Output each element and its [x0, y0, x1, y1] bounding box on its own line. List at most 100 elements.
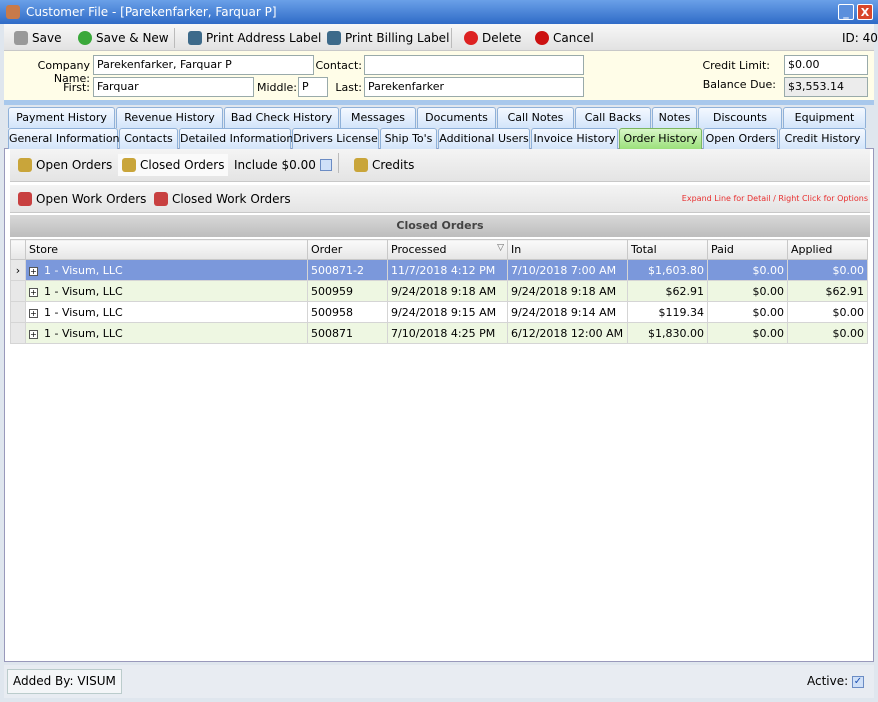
tab-drivers-license[interactable]: Drivers License: [292, 128, 379, 149]
cell-store: +1 - Visum, LLC: [25, 301, 308, 323]
column-header-total[interactable]: Total: [627, 239, 708, 260]
cell-applied: $0.00: [787, 259, 868, 281]
cell-text: 1 - Visum, LLC: [44, 326, 123, 340]
tab-bad-check-history[interactable]: Bad Check History: [224, 107, 339, 128]
tab-invoice-history[interactable]: Invoice History: [531, 128, 618, 149]
active-checkbox[interactable]: ✓: [852, 676, 864, 688]
contact-label: Contact:: [315, 59, 362, 72]
open-work-orders-label: Open Work Orders: [36, 192, 147, 206]
column-header-store[interactable]: Store: [25, 239, 308, 260]
tab-open-orders[interactable]: Open Orders: [703, 128, 778, 149]
table-row[interactable]: +1 - Visum, LLC 500871 7/10/2018 4:25 PM 6/…: [10, 322, 868, 344]
credit-limit-input[interactable]: $0.00: [784, 55, 868, 75]
cell-total: $62.91: [627, 280, 708, 302]
close-button[interactable]: X: [857, 4, 873, 20]
customer-header-form: Company Name: Parekenfarker, Farquar P C…: [4, 51, 874, 100]
app-icon: [6, 5, 20, 19]
delete-icon: [464, 31, 478, 45]
cell-text: $62.91: [665, 284, 705, 298]
column-label: Applied: [791, 243, 833, 256]
tab-notes[interactable]: Notes: [652, 107, 697, 128]
last-input[interactable]: Parekenfarker: [364, 77, 584, 97]
cell-text: $62.91: [825, 284, 865, 298]
open-orders-button[interactable]: Open Orders: [14, 154, 116, 176]
tab-general-information[interactable]: General Information: [8, 128, 120, 149]
column-label: Paid: [711, 243, 734, 256]
cancel-button[interactable]: Cancel: [535, 28, 594, 48]
save-label: Save: [32, 31, 62, 45]
last-label: Last:: [335, 81, 362, 94]
company-name-input[interactable]: Parekenfarker, Farquar P: [93, 55, 314, 75]
checkbox-icon[interactable]: [319, 159, 332, 171]
tab-messages[interactable]: Messages: [340, 107, 416, 128]
table-row[interactable]: +1 - Visum, LLC 500958 9/24/2018 9:15 AM 9/…: [10, 301, 868, 323]
cell-text: 6/12/2018 12:00 AM: [511, 326, 624, 340]
grid-hint: Expand Line for Detail / Right Click for…: [681, 194, 868, 203]
tab-credit-history[interactable]: Credit History: [779, 128, 866, 149]
open-work-orders-button[interactable]: Open Work Orders: [14, 188, 150, 210]
save-button[interactable]: Save: [14, 28, 61, 48]
cell-text: $0.00: [752, 284, 785, 298]
tab-equipment[interactable]: Equipment: [783, 107, 866, 128]
tab-discounts[interactable]: Discounts: [698, 107, 782, 128]
delete-button[interactable]: Delete: [464, 28, 521, 48]
expand-icon[interactable]: +: [29, 287, 38, 297]
print-address-label-button[interactable]: Print Address Label: [188, 28, 321, 48]
minimize-button[interactable]: _: [838, 4, 854, 20]
balance-due-label: Balance Due:: [702, 78, 776, 91]
expand-icon[interactable]: +: [29, 329, 38, 339]
column-header-processed[interactable]: Processed ▽: [387, 239, 508, 260]
cancel-label: Cancel: [553, 31, 594, 45]
cell-text: $0.00: [752, 263, 785, 277]
tab-revenue-history[interactable]: Revenue History: [116, 107, 223, 128]
column-header-paid[interactable]: Paid: [707, 239, 788, 260]
cell-order: 500958: [307, 301, 388, 323]
tab-detailed-information[interactable]: Detailed Information: [179, 128, 293, 149]
work-order-icon: [18, 192, 32, 206]
tab-contacts[interactable]: Contacts: [119, 128, 178, 149]
row-header[interactable]: [10, 322, 26, 344]
credits-button[interactable]: Credits: [350, 154, 418, 176]
cell-store: +1 - Visum, LLC: [25, 259, 308, 281]
row-header[interactable]: [10, 301, 26, 323]
save-new-button[interactable]: Save & New: [78, 28, 169, 48]
balance-due-field: $3,553.14: [784, 77, 868, 97]
closed-work-orders-button[interactable]: Closed Work Orders: [150, 188, 295, 210]
row-header[interactable]: [10, 280, 26, 302]
closed-orders-button[interactable]: Closed Orders: [118, 154, 229, 176]
toolbar: Save Save & New Print Address Label Prin…: [4, 24, 878, 51]
tab-order-history[interactable]: Order History: [619, 128, 702, 149]
cell-paid: $0.00: [707, 322, 788, 344]
include-zero-checkbox[interactable]: Include $0.00: [230, 154, 336, 176]
cell-total: $119.34: [627, 301, 708, 323]
tab-ship-to-s[interactable]: Ship To's: [380, 128, 437, 149]
table-row[interactable]: › +1 - Visum, LLC 500871-2 11/7/2018 4:12 P…: [10, 259, 868, 281]
table-row[interactable]: +1 - Visum, LLC 500959 9/24/2018 9:18 AM 9/…: [10, 280, 868, 302]
cell-store: +1 - Visum, LLC: [25, 322, 308, 344]
contact-input[interactable]: [364, 55, 584, 75]
cell-text: 7/10/2018 7:00 AM: [511, 263, 617, 277]
cell-order: 500871-2: [307, 259, 388, 281]
row-header[interactable]: ›: [10, 259, 26, 281]
tab-payment-history[interactable]: Payment History: [8, 107, 115, 128]
column-header-order[interactable]: Order: [307, 239, 388, 260]
first-label: First:: [63, 81, 90, 94]
splitter[interactable]: [4, 100, 874, 105]
cell-text: 9/24/2018 9:18 AM: [511, 284, 617, 298]
tab-call-backs[interactable]: Call Backs: [575, 107, 651, 128]
column-header-applied[interactable]: Applied: [787, 239, 868, 260]
middle-input[interactable]: P: [298, 77, 328, 97]
tab-additional-users[interactable]: Additional Users: [438, 128, 530, 149]
first-input[interactable]: Farquar: [93, 77, 254, 97]
cell-total: $1,830.00: [627, 322, 708, 344]
expand-icon[interactable]: +: [29, 266, 38, 276]
cell-text: 1 - Visum, LLC: [44, 305, 123, 319]
column-header-in[interactable]: In: [507, 239, 628, 260]
customer-id: ID: 40: [842, 31, 878, 45]
expand-icon[interactable]: +: [29, 308, 38, 318]
cell-text: 7/10/2018 4:25 PM: [391, 326, 496, 340]
closed-orders-label: Closed Orders: [140, 158, 225, 172]
print-billing-label-button[interactable]: Print Billing Label: [327, 28, 449, 48]
tab-documents[interactable]: Documents: [417, 107, 496, 128]
tab-call-notes[interactable]: Call Notes: [497, 107, 574, 128]
